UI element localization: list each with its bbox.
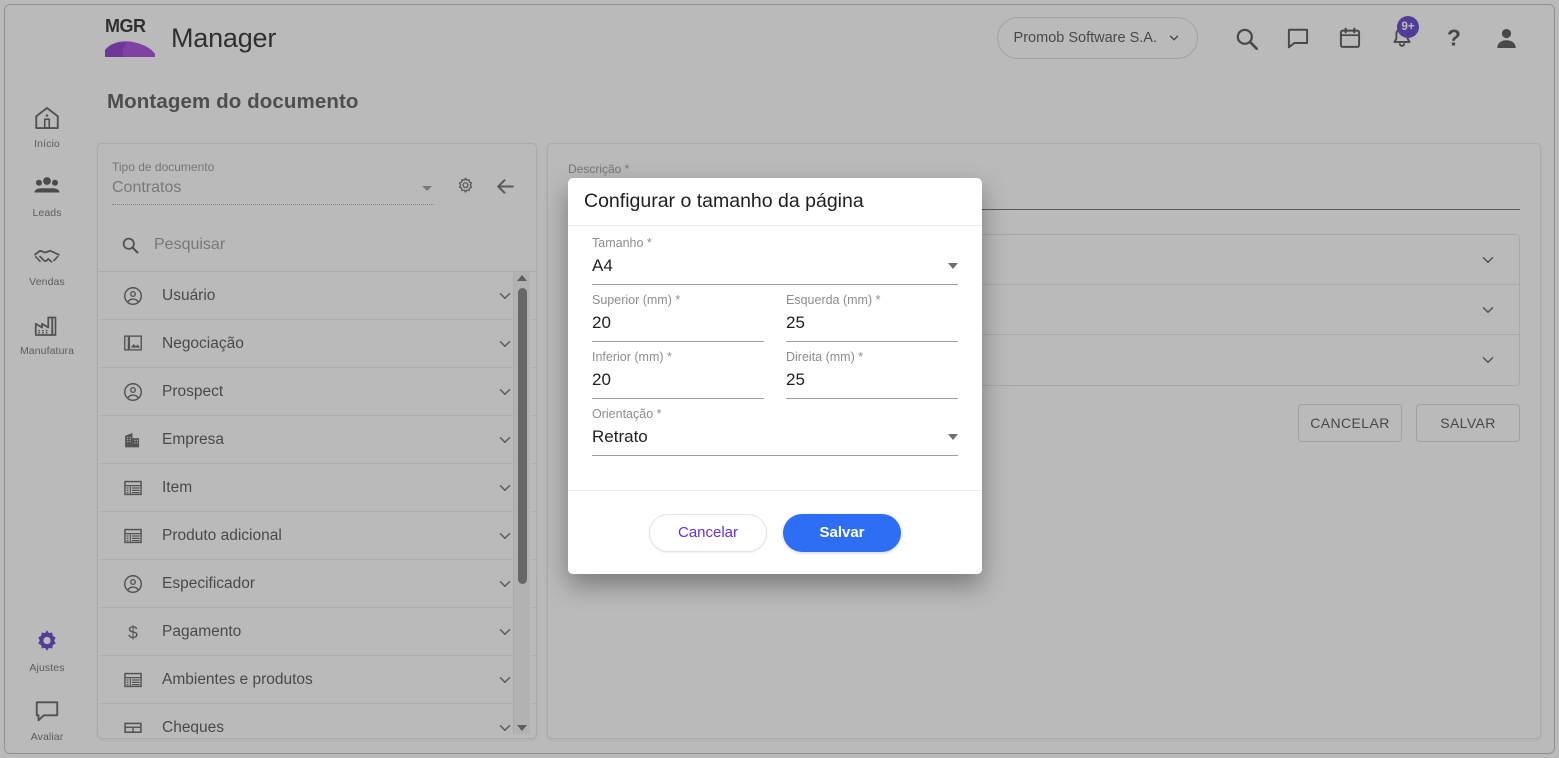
margin-bottom-label: Inferior (mm) * — [592, 350, 672, 364]
dialog-body: Tamanho * A4 Superior (mm) * 20 Esquerda… — [568, 226, 982, 490]
orientation-value-row: Retrato — [592, 425, 958, 456]
dialog-header: Configurar o tamanho da página — [568, 178, 982, 226]
margin-left-field[interactable]: Esquerda (mm) * 25 — [786, 291, 958, 342]
margin-top-input[interactable]: 20 — [592, 311, 764, 342]
margin-top-label: Superior (mm) * — [592, 293, 681, 307]
margin-top-field[interactable]: Superior (mm) * 20 — [592, 291, 764, 342]
orientation-value: Retrato — [592, 427, 648, 446]
orientation-select[interactable]: Orientação * Retrato — [592, 405, 958, 456]
dialog-title: Configurar o tamanho da página — [584, 190, 864, 212]
size-select[interactable]: Tamanho * A4 — [592, 234, 958, 285]
chevron-down-icon — [948, 263, 958, 269]
margins-row-1: Superior (mm) * 20 Esquerda (mm) * 25 — [592, 291, 958, 348]
chevron-down-icon — [948, 434, 958, 440]
size-value: A4 — [592, 256, 613, 275]
margin-right-label: Direita (mm) * — [786, 350, 864, 364]
margin-bottom-input[interactable]: 20 — [592, 368, 764, 399]
dialog-cancel-button[interactable]: Cancelar — [649, 513, 767, 552]
margin-bottom-field[interactable]: Inferior (mm) * 20 — [592, 348, 764, 399]
dialog-save-button[interactable]: Salvar — [783, 513, 901, 552]
size-label: Tamanho * — [592, 236, 652, 250]
size-value-row: A4 — [592, 254, 958, 285]
page-size-dialog: Configurar o tamanho da página Tamanho *… — [568, 178, 982, 574]
orientation-label: Orientação * — [592, 407, 662, 421]
margins-row-2: Inferior (mm) * 20 Direita (mm) * 25 — [592, 348, 958, 405]
margin-left-label: Esquerda (mm) * — [786, 293, 881, 307]
dialog-footer: Cancelar Salvar — [568, 490, 982, 574]
margin-right-field[interactable]: Direita (mm) * 25 — [786, 348, 958, 399]
margin-left-input[interactable]: 25 — [786, 311, 958, 342]
margin-right-input[interactable]: 25 — [786, 368, 958, 399]
